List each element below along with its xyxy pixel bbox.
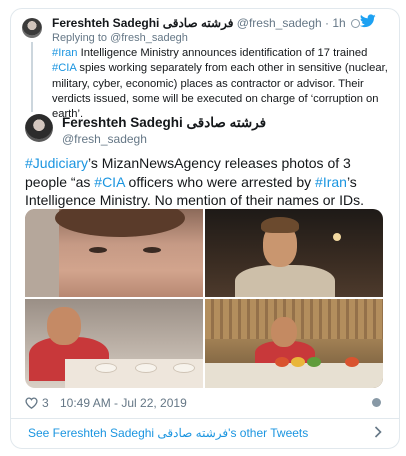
tweet-text-segment: spies working separately from each other… bbox=[52, 62, 388, 121]
hashtag-link[interactable]: #Iran bbox=[315, 174, 347, 190]
see-other-tweets-label[interactable]: See Fereshteh Sadeghi فرشته صادقی's othe… bbox=[28, 426, 308, 440]
hashtag-link[interactable]: #Iran bbox=[52, 47, 78, 59]
tweet-text: #Judiciary’s MizanNewsAgency releases ph… bbox=[25, 154, 387, 210]
thread-line bbox=[31, 42, 33, 112]
tweet-footer: 3 10:49 AM - Jul 22, 2019 bbox=[25, 396, 383, 412]
info-icon[interactable] bbox=[351, 19, 361, 29]
see-other-tweets-link[interactable]: See Fereshteh Sadeghi فرشته صادقی's othe… bbox=[10, 418, 400, 448]
hashtag-link[interactable]: #CIA bbox=[94, 174, 124, 190]
twitter-bird-icon[interactable] bbox=[360, 14, 376, 28]
parent-time[interactable]: 1h bbox=[332, 16, 345, 30]
parent-tweet[interactable]: Fereshteh Sadeghi فرشته صادقی @fresh_sad… bbox=[22, 10, 392, 120]
separator-dot: · bbox=[325, 16, 330, 30]
chevron-right-icon[interactable] bbox=[374, 426, 382, 438]
author-avatar[interactable] bbox=[25, 114, 53, 142]
heart-icon[interactable] bbox=[25, 397, 38, 409]
like-count[interactable]: 3 bbox=[42, 396, 49, 410]
photo-closeup-face[interactable] bbox=[25, 209, 203, 297]
tweet-text-segment: officers who were arrested by bbox=[124, 173, 316, 190]
info-circle-icon[interactable] bbox=[372, 398, 381, 407]
parent-avatar[interactable] bbox=[22, 18, 42, 38]
hashtag-link[interactable]: #Judiciary bbox=[25, 155, 88, 171]
tweet-media-grid bbox=[25, 209, 383, 388]
hashtag-link[interactable]: #CIA bbox=[52, 62, 76, 74]
photo-man-red-shirt-dining[interactable] bbox=[25, 299, 203, 388]
photo-man-at-restaurant-table[interactable] bbox=[205, 299, 383, 388]
photo-smiling-man[interactable] bbox=[205, 209, 383, 297]
author-name[interactable]: Fereshteh Sadeghi فرشته صادقی bbox=[62, 115, 266, 131]
replying-to[interactable]: Replying to @fresh_sadegh bbox=[52, 32, 188, 44]
tweet-timestamp[interactable]: 10:49 AM - Jul 22, 2019 bbox=[60, 396, 187, 410]
parent-tweet-text: #Iran Intelligence Ministry announces id… bbox=[52, 46, 392, 122]
parent-tweet-header: Fereshteh Sadeghi فرشته صادقی @fresh_sad… bbox=[52, 16, 361, 30]
author-handle[interactable]: @fresh_sadegh bbox=[62, 132, 147, 146]
tweet-text-segment: Intelligence Ministry announces identifi… bbox=[77, 47, 368, 59]
parent-author-name[interactable]: Fereshteh Sadeghi فرشته صادقی bbox=[52, 16, 233, 30]
parent-author-handle[interactable]: @fresh_sadegh bbox=[237, 16, 322, 30]
